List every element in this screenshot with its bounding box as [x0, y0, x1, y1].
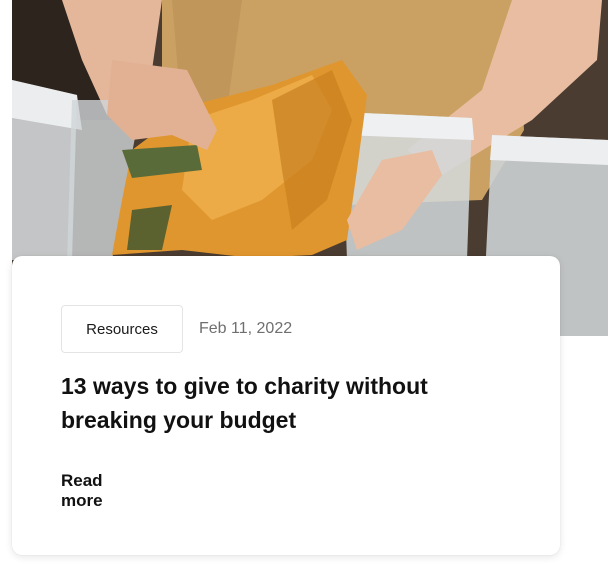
blog-post-card-page: Resources Feb 11, 2022 13 ways to give t…: [0, 0, 608, 570]
post-meta: Resources Feb 11, 2022: [61, 305, 292, 353]
post-title[interactable]: 13 ways to give to charity without break…: [61, 369, 501, 437]
category-tag-button[interactable]: Resources: [61, 305, 183, 353]
post-card[interactable]: Resources Feb 11, 2022 13 ways to give t…: [12, 256, 560, 555]
post-date: Feb 11, 2022: [199, 320, 293, 337]
read-more-link[interactable]: Read more: [61, 471, 121, 511]
